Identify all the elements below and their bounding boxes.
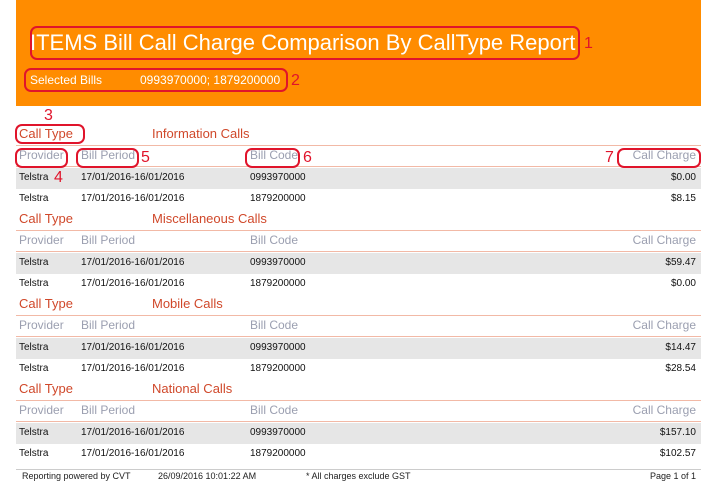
cell-bill-code: 0993970000: [250, 342, 306, 353]
call-type-label: Call Type: [19, 296, 73, 311]
cell-bill-period: 17/01/2016-16/01/2016: [81, 193, 185, 204]
column-header-call-charge: Call Charge: [632, 403, 696, 417]
cell-bill-code: 1879200000: [250, 193, 306, 204]
annotation-marker-7: 7: [605, 149, 614, 166]
call-type-value: Information Calls: [152, 126, 250, 141]
footer-gst-note: * All charges exclude GST: [306, 471, 411, 481]
cell-call-charge: $0.00: [670, 278, 696, 289]
cell-bill-code: 0993970000: [250, 172, 306, 183]
column-header-divider: [16, 166, 701, 167]
column-header-divider: [16, 421, 701, 422]
column-header-bill-code: Bill Code: [250, 318, 299, 332]
column-header-bill-code: Bill Code: [250, 403, 299, 417]
column-header-bill-period: Bill Period: [81, 233, 136, 247]
report-title: ITEMS Bill Call Charge Comparison By Cal…: [30, 30, 576, 55]
cell-call-charge: $14.47: [665, 342, 696, 353]
column-header-call-charge: Call Charge: [632, 318, 696, 332]
cell-provider: Telstra: [19, 257, 49, 268]
column-header-provider: Provider: [19, 148, 64, 162]
table-row: Telstra 17/01/2016-16/01/2016 1879200000…: [16, 189, 701, 210]
cell-provider: Telstra: [19, 448, 49, 459]
section-miscellaneous-calls: Call Type Miscellaneous Calls Provider B…: [16, 211, 701, 296]
column-header-bill-code: Bill Code: [250, 148, 299, 162]
cell-call-charge: $28.54: [665, 363, 696, 374]
annotation-marker-4: 4: [54, 169, 63, 186]
annotation-marker-6: 6: [303, 149, 312, 166]
cell-bill-code: 1879200000: [250, 278, 306, 289]
column-header-provider: Provider: [19, 318, 64, 332]
cell-bill-code: 0993970000: [250, 427, 306, 438]
cell-provider: Telstra: [19, 278, 49, 289]
section-mobile-calls: Call Type Mobile Calls Provider Bill Per…: [16, 296, 701, 381]
call-type-row: Call Type Miscellaneous Calls: [16, 211, 701, 229]
cell-bill-code: 1879200000: [250, 363, 306, 374]
call-type-value: Miscellaneous Calls: [152, 211, 267, 226]
cell-call-charge: $8.15: [670, 193, 696, 204]
call-type-value: Mobile Calls: [152, 296, 223, 311]
cell-provider: Telstra: [19, 363, 49, 374]
cell-provider: Telstra: [19, 342, 49, 353]
call-type-value: National Calls: [152, 381, 233, 396]
column-header-divider: [16, 251, 701, 252]
footer-powered-by: Reporting powered by CVT: [22, 471, 131, 481]
column-header-call-charge: Call Charge: [632, 148, 696, 162]
annotation-marker-1: 1: [584, 35, 593, 52]
column-header-provider: Provider: [19, 233, 64, 247]
column-header-divider: [16, 336, 701, 337]
section-divider: [16, 315, 701, 316]
selected-bills-label: Selected Bills: [30, 73, 103, 87]
column-header-bill-period: Bill Period: [81, 403, 136, 417]
section-divider: [16, 145, 701, 146]
cell-call-charge: $157.10: [659, 427, 696, 438]
column-header-bill-period: Bill Period: [81, 148, 136, 162]
column-header-provider: Provider: [19, 403, 64, 417]
table-row: Telstra 17/01/2016-16/01/2016 0993970000…: [16, 423, 701, 444]
call-type-row: Call Type National Calls: [16, 381, 701, 399]
call-type-row: Call Type Information Calls: [16, 126, 701, 144]
column-header-bill-period: Bill Period: [81, 318, 136, 332]
annotation-marker-5: 5: [141, 149, 150, 166]
annotation-marker-2: 2: [291, 72, 300, 89]
annotation-marker-3: 3: [44, 107, 53, 124]
table-row: Telstra 17/01/2016-16/01/2016 0993970000…: [16, 338, 701, 359]
section-national-calls: Call Type National Calls Provider Bill P…: [16, 381, 701, 466]
cell-provider: Telstra: [19, 193, 49, 204]
call-type-label: Call Type: [19, 381, 73, 396]
column-header-call-charge: Call Charge: [632, 233, 696, 247]
cell-call-charge: $0.00: [670, 172, 696, 183]
cell-provider: Telstra: [19, 172, 49, 183]
footer-timestamp: 26/09/2016 10:01:22 AM: [158, 471, 257, 481]
cell-provider: Telstra: [19, 427, 49, 438]
table-row: Telstra 17/01/2016-16/01/2016 0993970000…: [16, 168, 701, 189]
cell-bill-period: 17/01/2016-16/01/2016: [81, 257, 185, 268]
footer-page-number: Page 1 of 1: [649, 471, 696, 481]
call-type-label: Call Type: [19, 126, 73, 141]
selected-bills-value: 0993970000; 1879200000: [140, 73, 281, 87]
column-header-bill-code: Bill Code: [250, 233, 299, 247]
cell-bill-period: 17/01/2016-16/01/2016: [81, 448, 185, 459]
cell-bill-period: 17/01/2016-16/01/2016: [81, 363, 185, 374]
cell-bill-period: 17/01/2016-16/01/2016: [81, 172, 185, 183]
call-type-row: Call Type Mobile Calls: [16, 296, 701, 314]
section-divider: [16, 400, 701, 401]
table-row: Telstra 17/01/2016-16/01/2016 1879200000…: [16, 444, 701, 465]
section-information-calls: Call Type Information Calls Provider Bil…: [16, 126, 701, 211]
table-row: Telstra 17/01/2016-16/01/2016 0993970000…: [16, 253, 701, 274]
section-divider: [16, 230, 701, 231]
cell-bill-period: 17/01/2016-16/01/2016: [81, 427, 185, 438]
cell-bill-period: 17/01/2016-16/01/2016: [81, 278, 185, 289]
cell-bill-period: 17/01/2016-16/01/2016: [81, 342, 185, 353]
table-row: Telstra 17/01/2016-16/01/2016 1879200000…: [16, 359, 701, 380]
cell-call-charge: $102.57: [659, 448, 696, 459]
table-row: Telstra 17/01/2016-16/01/2016 1879200000…: [16, 274, 701, 295]
report-header: ITEMS Bill Call Charge Comparison By Cal…: [16, 0, 701, 106]
cell-call-charge: $59.47: [665, 257, 696, 268]
call-type-label: Call Type: [19, 211, 73, 226]
cell-bill-code: 1879200000: [250, 448, 306, 459]
report-footer: Reporting powered by CVT 26/09/2016 10:0…: [16, 469, 701, 482]
cell-bill-code: 0993970000: [250, 257, 306, 268]
